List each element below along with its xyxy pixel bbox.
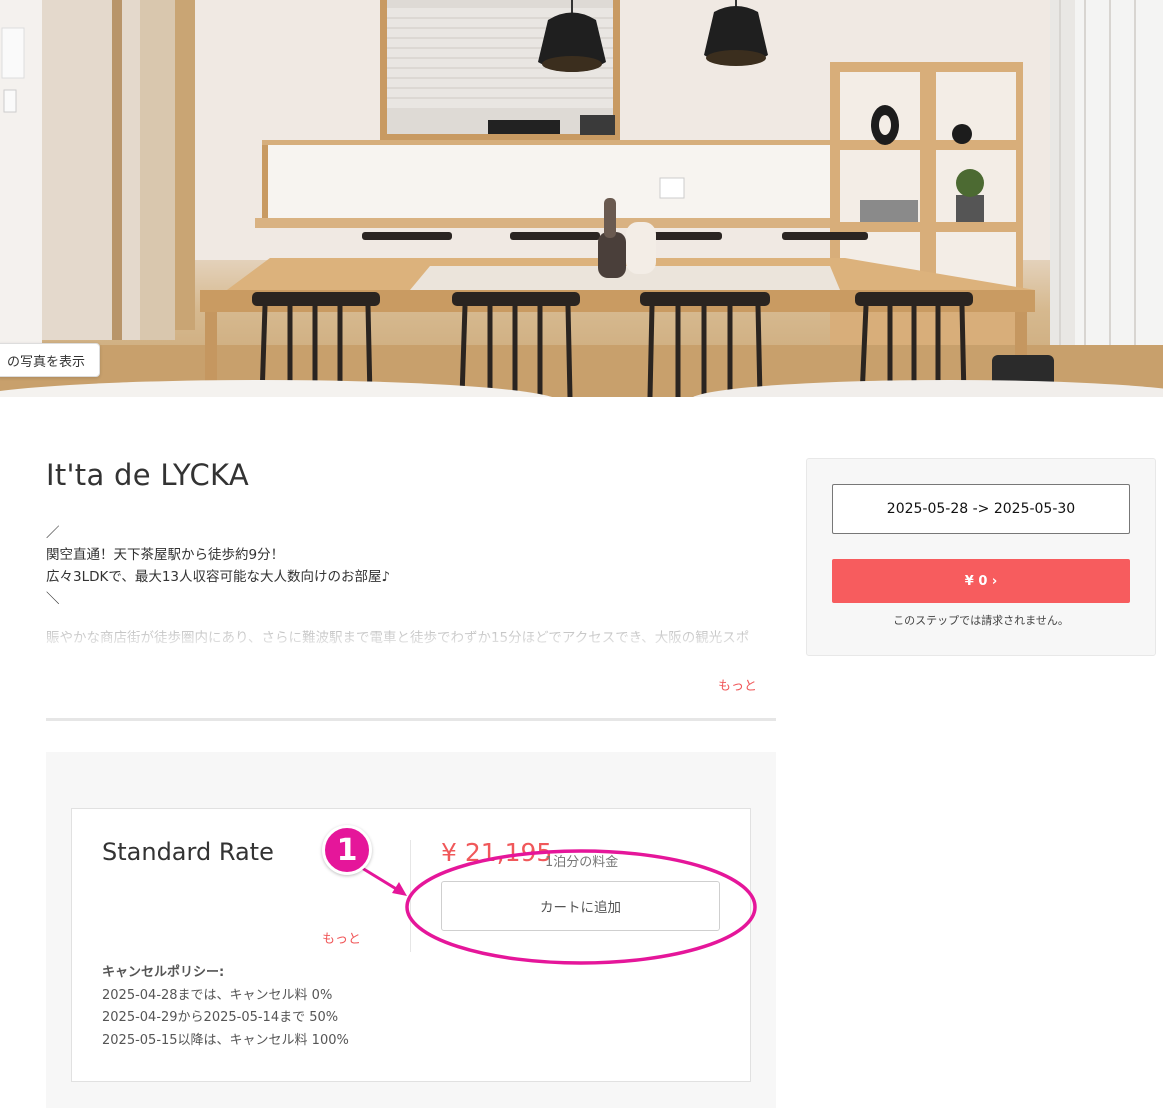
rate-divider bbox=[410, 840, 411, 952]
date-range-value: 2025-05-28 -> 2025-05-30 bbox=[886, 501, 1076, 517]
step-number-badge: 1 bbox=[322, 825, 372, 875]
cancellation-policy: キャンセルポリシー: 2025-04-28までは、キャンセル料 0% 2025-… bbox=[102, 962, 349, 1052]
description-line: ＼ bbox=[46, 591, 60, 607]
hero-photo: の写真を表示 bbox=[0, 0, 1163, 397]
description-line: 広々3LDKで、最大13人収容可能な大人数向けのお部屋♪ bbox=[46, 569, 391, 585]
show-photos-label: の写真を表示 bbox=[7, 354, 86, 370]
cancellation-policy-line: 2025-04-28までは、キャンセル料 0% bbox=[102, 987, 333, 1003]
checkout-total-button[interactable]: ¥ 0 › bbox=[832, 559, 1130, 603]
listing-title: It'ta de LYCKA bbox=[46, 458, 249, 492]
show-photos-button[interactable]: の写真を表示 bbox=[0, 343, 101, 377]
no-charge-note: このステップでは請求されません。 bbox=[893, 614, 1069, 627]
rate-price: ¥ 21,195 bbox=[441, 838, 553, 867]
rate-more-link[interactable]: もっと bbox=[322, 928, 361, 947]
description-faded-line: 賑やかな商店街が徒歩圏内にあり、さらに難波駅まで電車と徒歩でわずか15分ほどでア… bbox=[46, 630, 750, 646]
description-line: ／ bbox=[46, 525, 60, 541]
rate-name: Standard Rate bbox=[102, 838, 274, 866]
add-to-cart-label: カートに追加 bbox=[540, 900, 621, 916]
rate-price-unit: 1泊分の料金 bbox=[545, 855, 619, 870]
cancellation-policy-title: キャンセルポリシー: bbox=[102, 965, 225, 980]
date-range-field[interactable]: 2025-05-28 -> 2025-05-30 bbox=[832, 484, 1130, 534]
listing-description: ／ 関空直通！天下茶屋駅から徒歩約9分！ 広々3LDKで、最大13人収容可能な大… bbox=[46, 522, 776, 610]
description-more-link[interactable]: もっと bbox=[718, 675, 757, 694]
add-to-cart-button[interactable]: カートに追加 bbox=[441, 881, 720, 931]
cancellation-policy-line: 2025-05-15以降は、キャンセル料 100% bbox=[102, 1032, 349, 1048]
dining-room-photo bbox=[0, 0, 1163, 397]
section-divider bbox=[46, 718, 776, 721]
cancellation-policy-line: 2025-04-29から2025-05-14まで 50% bbox=[102, 1010, 339, 1025]
description-line: 関空直通！天下茶屋駅から徒歩約9分！ bbox=[46, 547, 285, 563]
checkout-total-label: ¥ 0 › bbox=[964, 573, 998, 589]
